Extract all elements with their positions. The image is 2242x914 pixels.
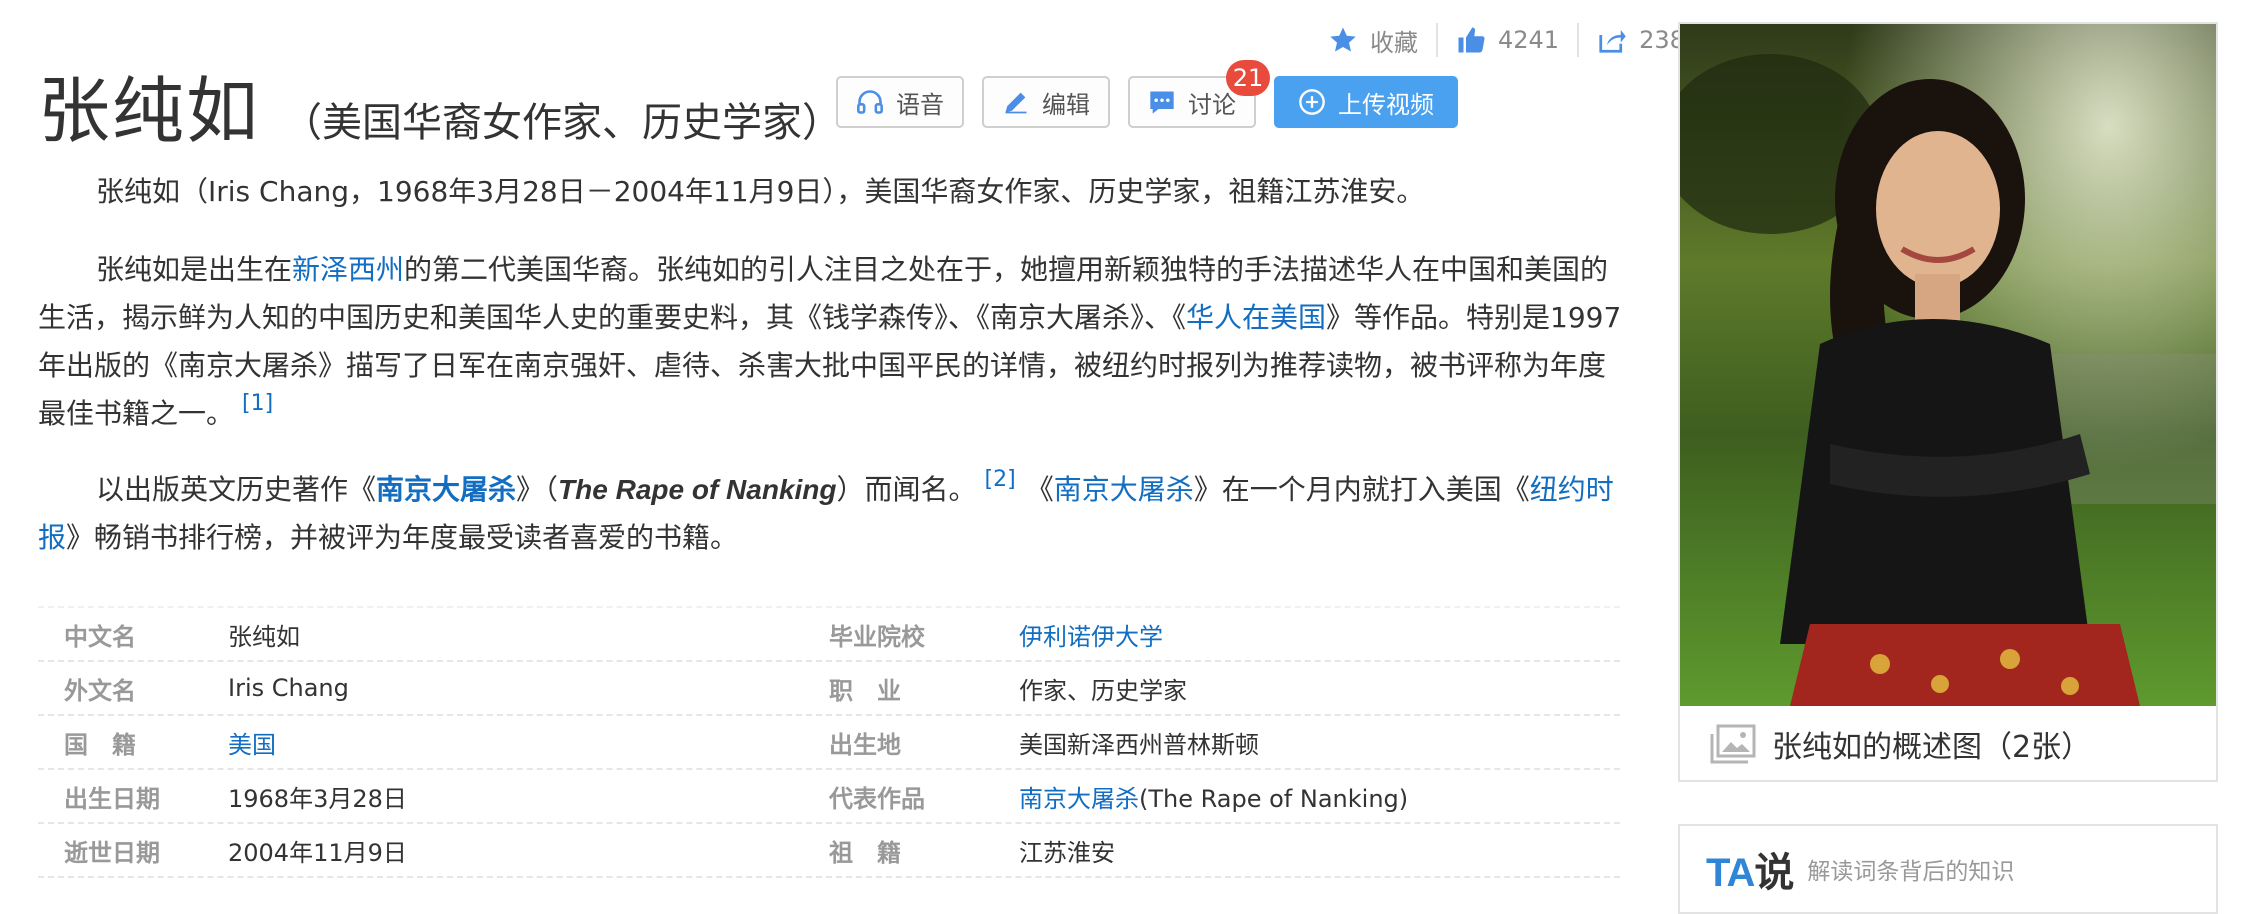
link-rape-of-nanking-2[interactable]: 南京大屠杀	[1054, 473, 1194, 506]
summary-paragraph-2: 张纯如是出生在新泽西州的第二代美国华裔。张纯如的引人注目之处在于，她擅用新颖独特…	[38, 246, 1623, 438]
top-action-bar: 收藏 4241 238	[1328, 20, 1685, 60]
reference-1[interactable]: [1]	[242, 391, 273, 416]
text-segment: 》在一个月内就打入美国《	[1193, 473, 1530, 506]
text-segment: 《	[1025, 473, 1054, 506]
info-key: 毕业院校	[829, 622, 925, 651]
info-key: 国 籍	[64, 730, 136, 759]
share-button[interactable]: 238	[1597, 25, 1685, 55]
info-key: 外文名	[64, 676, 136, 705]
summary-image-card[interactable]: 张纯如的概述图（2张）	[1678, 22, 2218, 782]
info-row: 中文名 张纯如 毕业院校 伊利诺伊大学	[38, 606, 1620, 662]
logo-shuo: 说	[1754, 851, 1794, 895]
page-title-row: 张纯如 （美国华裔女作家、历史学家）	[38, 52, 842, 157]
plus-circle-icon	[1299, 89, 1325, 115]
info-key: 祖 籍	[829, 838, 901, 867]
summary-text: 张纯如（Iris Chang，1968年3月28日－2004年11月9日），美国…	[96, 175, 1425, 208]
edit-button[interactable]: 编辑	[982, 76, 1110, 128]
like-button[interactable]: 4241	[1456, 25, 1559, 55]
link-rape-of-nanking-3[interactable]: 南京大屠杀	[1019, 785, 1139, 813]
collect-button[interactable]: 收藏	[1328, 23, 1418, 58]
discuss-count-badge: 21	[1226, 60, 1270, 96]
image-caption: 张纯如的概述图（2张）	[1772, 730, 2092, 765]
thumbs-up-icon	[1458, 27, 1485, 53]
portrait-photo[interactable]	[1680, 24, 2216, 706]
text-segment: 张纯如是出生在	[96, 253, 293, 286]
upload-video-button[interactable]: 上传视频	[1274, 76, 1458, 128]
voice-label: 语音	[896, 90, 944, 119]
page-title: 张纯如	[38, 69, 261, 153]
info-key: 出生地	[829, 730, 901, 759]
text-segment: ）而闻名。	[836, 473, 977, 506]
discuss-label: 讨论	[1188, 90, 1236, 119]
summary-paragraph-1: 张纯如（Iris Chang，1968年3月28日－2004年11月9日），美国…	[38, 168, 1623, 216]
discuss-button[interactable]: 讨论 21	[1128, 60, 1270, 128]
chat-bubble-icon	[1150, 91, 1174, 114]
ta-shuo-card[interactable]: TA说 解读词条背后的知识	[1678, 824, 2218, 914]
info-row: 外文名 Iris Chang 职 业 作家、历史学家	[38, 662, 1620, 716]
text-segment: 以出版英文历史著作《	[96, 473, 377, 506]
image-gallery-icon	[1710, 724, 1756, 764]
info-value: 作家、历史学家	[1019, 676, 1187, 705]
ta-shuo-logo: TA说	[1706, 840, 1794, 898]
info-value: 1968年3月28日	[228, 784, 407, 813]
upload-video-label: 上传视频	[1338, 90, 1434, 119]
info-key: 中文名	[64, 622, 136, 651]
link-new-jersey[interactable]: 新泽西州	[292, 253, 404, 286]
pencil-icon	[1005, 92, 1027, 114]
page-subtitle: （美国华裔女作家、历史学家）	[282, 100, 843, 146]
info-value: 美国新泽西州普林斯顿	[1019, 730, 1259, 759]
image-album-link[interactable]: 张纯如的概述图（2张）	[1680, 706, 2216, 782]
info-value-rest: (The Rape of Nanking)	[1139, 784, 1409, 813]
book-title-english: The Rape of Nanking	[558, 474, 837, 505]
collect-label: 收藏	[1370, 28, 1418, 57]
reference-2[interactable]: [2]	[985, 467, 1016, 492]
info-value: 2004年11月9日	[228, 838, 407, 867]
star-icon	[1330, 27, 1356, 52]
title-buttons: 语音 编辑 讨论 21 上传视频	[836, 60, 1458, 128]
info-key: 代表作品	[829, 784, 925, 813]
text-segment: 》（	[516, 473, 559, 506]
info-row: 国 籍 美国 出生地 美国新泽西州普林斯顿	[38, 716, 1620, 770]
link-university-of-illinois[interactable]: 伊利诺伊大学	[1019, 617, 1163, 652]
info-row: 逝世日期 2004年11月9日 祖 籍 江苏淮安	[38, 824, 1620, 878]
info-value: 张纯如	[228, 622, 300, 651]
info-value: 江苏淮安	[1019, 838, 1115, 867]
info-key: 职 业	[829, 676, 901, 705]
ta-shuo-description: 解读词条背后的知识	[1807, 859, 2015, 885]
link-usa[interactable]: 美国	[228, 725, 829, 760]
like-count: 4241	[1498, 26, 1560, 54]
basic-info-table: 中文名 张纯如 毕业院校 伊利诺伊大学 外文名 Iris Chang 职 业 作…	[38, 606, 1620, 878]
info-key: 逝世日期	[64, 838, 160, 867]
logo-ta: TA	[1706, 851, 1755, 895]
share-icon	[1599, 30, 1626, 53]
info-value: 南京大屠杀(The Rape of Nanking)	[1019, 779, 1408, 814]
link-rape-of-nanking-1[interactable]: 南京大屠杀	[376, 473, 516, 506]
info-key: 出生日期	[64, 784, 160, 813]
text-segment: 》畅销书排行榜，并被评为年度最受读者喜爱的书籍。	[66, 521, 739, 554]
link-chinese-in-america[interactable]: 华人在美国	[1186, 301, 1326, 334]
divider	[1436, 23, 1438, 57]
divider	[1577, 23, 1580, 57]
headphones-icon	[857, 90, 883, 114]
voice-button[interactable]: 语音	[836, 76, 964, 128]
info-row: 出生日期 1968年3月28日 代表作品 南京大屠杀(The Rape of N…	[38, 770, 1620, 824]
info-value: Iris Chang	[228, 674, 349, 702]
edit-label: 编辑	[1042, 90, 1090, 119]
summary-paragraph-3: 以出版英文历史著作《南京大屠杀》（The Rape of Nanking）而闻名…	[38, 466, 1623, 562]
